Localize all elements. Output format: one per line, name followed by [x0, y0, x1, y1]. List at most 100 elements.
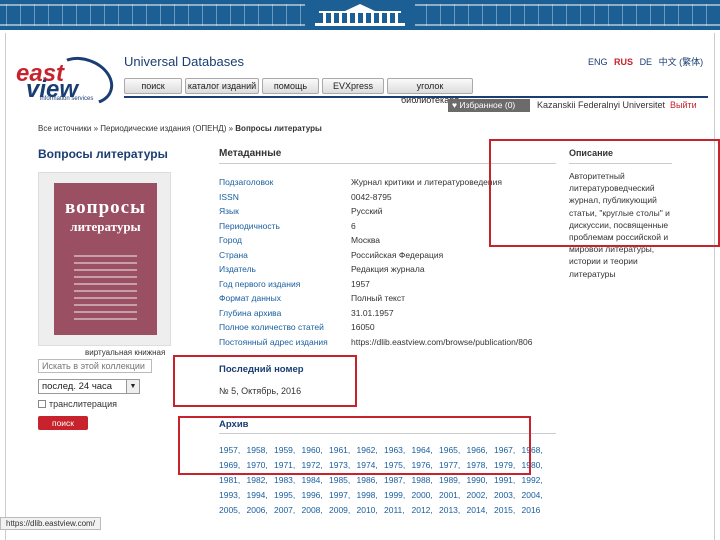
archive-year-link[interactable]: 2002,	[467, 490, 488, 500]
archive-year-link[interactable]: 1997,	[329, 490, 350, 500]
lang-eng[interactable]: ENG	[588, 57, 608, 67]
cover-text-lines	[74, 255, 137, 325]
metadata-key: Периодичность	[219, 220, 280, 231]
chevron-down-icon: ▼	[126, 380, 139, 393]
transliteration-checkbox[interactable]: транслитерация	[38, 399, 117, 409]
archive-year-link[interactable]: 1992,	[522, 475, 543, 485]
archive-year-link[interactable]: 2006,	[247, 505, 268, 515]
archive-year-link[interactable]: 1998,	[357, 490, 378, 500]
metadata-row: Год первого издания 1957	[219, 279, 559, 293]
cover-title-line2: литературы	[70, 219, 141, 234]
archive-year-link[interactable]: 1990,	[467, 475, 488, 485]
archive-year-link[interactable]: 2004,	[522, 490, 543, 500]
breadcrumb-current: Вопросы литературы	[235, 124, 322, 133]
logo-tagline: information services	[40, 96, 94, 102]
highlight-box-description	[489, 139, 720, 247]
lang-de[interactable]: DE	[640, 57, 653, 67]
archive-year-link[interactable]: 2010,	[357, 505, 378, 515]
metadata-row: Страна Российская Федерация	[219, 250, 559, 264]
archive-year-link[interactable]: 1986,	[357, 475, 378, 485]
archive-year-link[interactable]: 2014,	[467, 505, 488, 515]
metadata-value: 16050	[351, 322, 375, 332]
archive-year-link[interactable]: 1983,	[274, 475, 295, 485]
university-building-icon	[305, 1, 415, 29]
lang-rus[interactable]: RUS	[614, 57, 633, 67]
archive-year-link[interactable]: 1989,	[439, 475, 460, 485]
nav-catalog[interactable]: каталог изданий	[185, 78, 259, 94]
archive-year-link[interactable]: 2008,	[302, 505, 323, 515]
archive-year-link[interactable]: 1991,	[494, 475, 515, 485]
search-button[interactable]: поиск	[38, 416, 88, 430]
metadata-row: Формат данных Полный текст	[219, 293, 559, 307]
nav-evxpress[interactable]: EVXpress	[322, 78, 384, 94]
breadcrumb-path[interactable]: Все источники » Периодические издания (О…	[38, 124, 235, 133]
cover-art: вопросы литературы	[54, 183, 157, 335]
nav-librarian-corner[interactable]: уголок библиотекаря	[387, 78, 473, 105]
period-select-value: послед. 24 часа	[42, 381, 113, 392]
archive-year-link[interactable]: 2013,	[439, 505, 460, 515]
metadata-row: Глубина архива 31.01.1957	[219, 308, 559, 322]
archive-year-link[interactable]: 1996,	[302, 490, 323, 500]
metadata-key: ISSN	[219, 191, 239, 202]
archive-year-link[interactable]: 1988,	[412, 475, 433, 485]
archive-year-link[interactable]: 2011,	[384, 505, 405, 515]
lang-zh[interactable]: 中文 (繁体)	[659, 57, 704, 67]
metadata-row: Издатель Редакция журнала	[219, 264, 559, 278]
metadata-key: Постоянный адрес издания	[219, 336, 328, 347]
header-rule	[124, 96, 708, 98]
transliteration-label: транслитерация	[49, 399, 117, 409]
metadata-value: Журнал критики и литературоведения	[351, 177, 502, 187]
page-title: Вопросы литературы	[38, 147, 168, 161]
metadata-key: Подзаголовок	[219, 177, 274, 187]
metadata-row: Постоянный адрес издания https://dlib.eas…	[219, 337, 559, 351]
archive-year-link[interactable]: 1999,	[384, 490, 405, 500]
collection-search-input[interactable]	[38, 359, 152, 373]
metadata-value[interactable]: https://dlib.eastview.com/browse/publica…	[351, 337, 532, 347]
eastview-logo[interactable]: east view information services	[12, 40, 120, 114]
archive-year-link[interactable]: 2009,	[329, 505, 350, 515]
metadata-value: 6	[351, 220, 356, 231]
archive-year-link[interactable]: 2012,	[412, 505, 433, 515]
metadata-key: Формат данных	[219, 293, 281, 303]
archive-year-link[interactable]: 1981,	[219, 475, 240, 485]
journal-cover[interactable]: вопросы литературы	[38, 172, 171, 346]
archive-year-link[interactable]: 2005,	[219, 505, 240, 515]
archive-year-link[interactable]: 2015,	[494, 505, 515, 515]
metadata-value: Редакция журнала	[351, 264, 425, 274]
metadata-value: Русский	[351, 206, 383, 216]
nav-help[interactable]: помощь	[262, 78, 319, 94]
status-bar-url: https://dlib.eastview.com/	[0, 517, 101, 530]
archive-year-link[interactable]: 2001,	[439, 490, 460, 500]
metadata-value: Москва	[351, 235, 381, 245]
archive-year-link[interactable]: 1987,	[384, 475, 405, 485]
metadata-key: Город	[219, 235, 242, 245]
archive-year-link[interactable]: 1984,	[302, 475, 323, 485]
archive-year-link[interactable]: 1995,	[274, 490, 295, 500]
metadata-heading: Метаданные	[219, 148, 282, 159]
archive-year-link[interactable]: 1994,	[247, 490, 268, 500]
archive-year-link[interactable]: 2016	[522, 505, 541, 515]
archive-year-link[interactable]: 2007,	[274, 505, 295, 515]
metadata-key: Страна	[219, 249, 248, 260]
archive-year-link[interactable]: 2003,	[494, 490, 515, 500]
archive-year-link[interactable]: 1993,	[219, 490, 240, 500]
metadata-value: 0042-8795	[351, 191, 392, 202]
checkbox-icon	[38, 400, 46, 408]
metadata-value: Российская Федерация	[351, 249, 444, 260]
period-select[interactable]: послед. 24 часа ▼	[38, 379, 140, 394]
metadata-value: Полный текст	[351, 293, 406, 303]
metadata-key: Язык	[219, 206, 239, 216]
metadata-key: Полное количество статей	[219, 322, 324, 332]
archive-year-link[interactable]: 1982,	[247, 475, 268, 485]
highlight-box-latest-issue	[173, 355, 357, 407]
metadata-value: 31.01.1957	[351, 307, 394, 318]
virtual-shelf-link[interactable]: виртуальная книжная	[85, 348, 165, 357]
archive-year-link[interactable]: 1985,	[329, 475, 350, 485]
slide-banner	[0, 0, 720, 30]
favorites-button[interactable]: ♥ Избранное (0)	[448, 99, 530, 112]
metadata-key: Издатель	[219, 264, 256, 274]
archive-year-link[interactable]: 2000,	[412, 490, 433, 500]
nav-search[interactable]: поиск	[124, 78, 182, 94]
logout-link[interactable]: Выйти	[670, 100, 697, 110]
organization-name: Kazanskii Federalnyi Universitet	[537, 100, 666, 110]
